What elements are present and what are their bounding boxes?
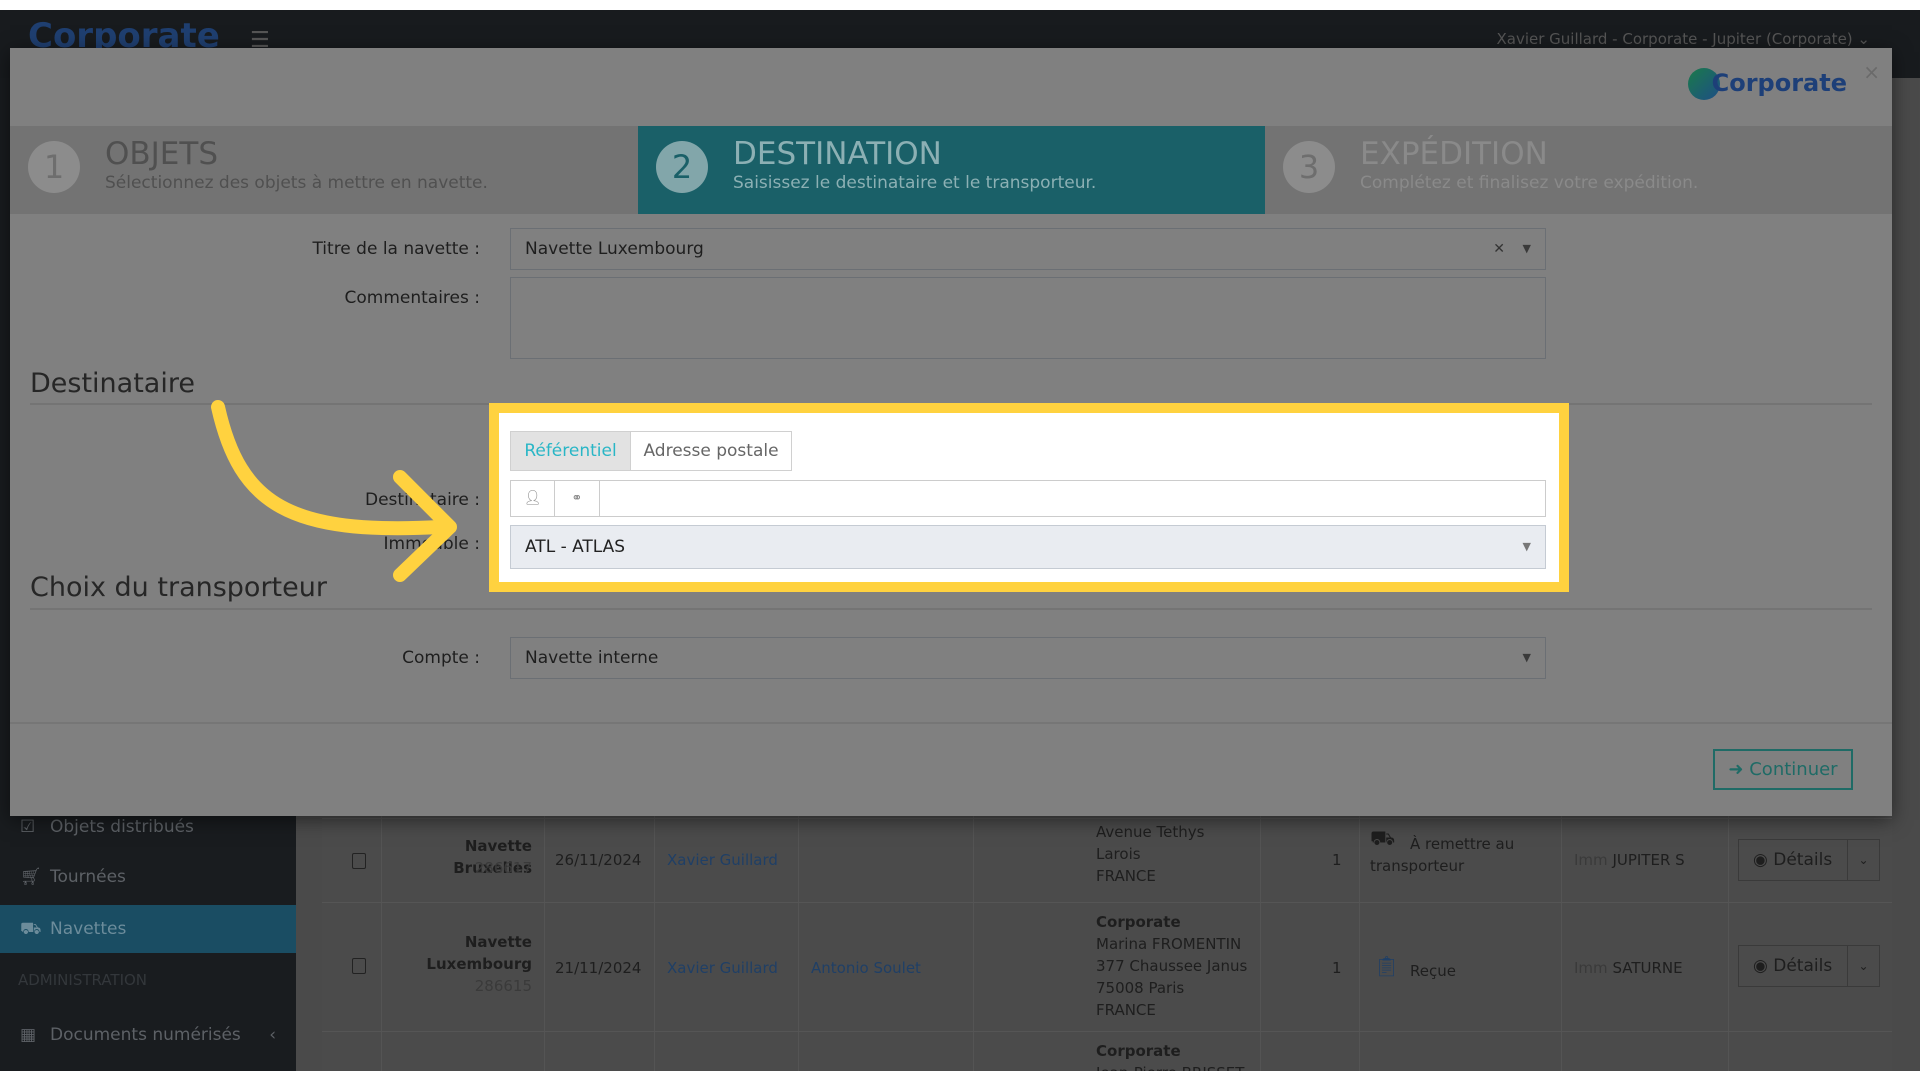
chevron-down-icon[interactable]: ⌄	[1847, 840, 1879, 880]
step-number: 2	[656, 141, 708, 193]
row-sender-link[interactable]: Xavier Guillard	[667, 849, 778, 871]
caret-down-icon: ▼	[1522, 242, 1531, 255]
row-address-line: Avenue Tethys	[1096, 823, 1205, 841]
row-recipient-link[interactable]: Antonio Soulet	[811, 957, 921, 979]
sidebar-item-label: Tournées	[50, 867, 126, 887]
title-value: Navette Luxembourg	[525, 239, 704, 259]
step-destination[interactable]: 2 DESTINATION Saisissez le destinataire et…	[638, 126, 1265, 214]
row-address-line: Larois	[1096, 845, 1141, 863]
step-subtitle: Complétez et finalisez votre expédition.	[1360, 173, 1699, 193]
tab-referentiel[interactable]: Référentiel	[510, 431, 631, 471]
user-menu[interactable]: Xavier Guillard - Corporate - Jupiter (C…	[1496, 30, 1870, 48]
chevron-left-icon: ‹	[269, 1025, 276, 1045]
sidebar-item-label: Navettes	[50, 919, 127, 939]
caret-down-icon: ▼	[1522, 540, 1531, 553]
row-id: 286615	[474, 977, 532, 995]
row-quantity: 1	[1332, 959, 1342, 977]
row-address-line: FRANCE	[1096, 867, 1156, 885]
row-address-line: 75008 Paris	[1096, 979, 1185, 997]
account-value: Navette interne	[525, 648, 659, 668]
details-label: Détails	[1773, 956, 1833, 976]
row-sender-link[interactable]: Xavier Guillard	[667, 957, 778, 979]
eye-icon: ◉	[1753, 956, 1768, 976]
sidebar-item-label: Objets distribués	[50, 817, 194, 837]
grid-icon: ▦	[20, 1025, 37, 1045]
wizard-steps: 1 OBJETS Sélectionnez des objets à mettre …	[10, 126, 1892, 214]
cart-icon: 🛒︎	[20, 867, 42, 887]
row-date: 21/11/2024	[555, 959, 642, 977]
step-title: EXPÉDITION	[1360, 136, 1548, 172]
continue-label: Continuer	[1749, 759, 1838, 780]
row-date: 26/11/2024	[555, 851, 642, 869]
account-label: Compte :	[402, 648, 480, 668]
row-building: JUPITER S	[1612, 851, 1685, 869]
clear-icon[interactable]: ✕	[1493, 229, 1505, 269]
row-building: SATURNE	[1612, 959, 1683, 977]
comments-textarea[interactable]	[510, 277, 1546, 359]
row-building-prefix: Imm	[1574, 959, 1608, 977]
sidebar-section-administration: ADMINISTRATION	[18, 971, 148, 989]
row-address-org: Corporate	[1096, 913, 1181, 931]
account-select[interactable]: Navette interne ▼	[510, 637, 1546, 679]
row-address-line: Jean-Pierre BRISSET	[1096, 1062, 1244, 1071]
row-id: 286617	[474, 859, 532, 877]
sidebar-item-label: Documents numérisés	[50, 1025, 241, 1045]
step-expedition: 3 EXPÉDITION Complétez et finalisez votre …	[1265, 126, 1892, 214]
chevron-down-icon[interactable]: ⌄	[1847, 946, 1879, 986]
arrow-right-icon: ➜	[1728, 759, 1744, 780]
step-subtitle: Saisissez le destinataire et le transpor…	[733, 173, 1097, 193]
row-address-org: Corporate	[1096, 1042, 1181, 1060]
arrow-pointer-icon	[211, 400, 457, 582]
caret-down-icon: ▼	[1522, 651, 1531, 664]
destinataire-heading: Destinataire	[30, 368, 195, 399]
table-row: Navette Bruxelles 286617 26/11/2024 Xavi…	[322, 818, 1892, 902]
navettes-table: Navette Bruxelles 286617 26/11/2024 Xavi…	[322, 810, 1892, 1071]
row-checkbox[interactable]	[352, 958, 366, 974]
destinataire-input[interactable]	[601, 481, 1545, 516]
row-address-line: FRANCE	[1096, 1001, 1156, 1019]
user-name: Xavier Guillard - Corporate - Jupiter (C…	[1496, 30, 1853, 48]
step-number: 3	[1283, 141, 1335, 193]
clipboard-check-icon: 📋︎	[1374, 954, 1400, 978]
row-address-line: Marina FROMENTIN	[1096, 935, 1242, 953]
immeuble-select[interactable]: ATL - ATLAS ▼	[510, 525, 1546, 569]
row-address-line: 377 Chaussee Janus	[1096, 957, 1248, 975]
step-number: 1	[28, 141, 80, 193]
sidebar-item-navettes[interactable]: ⛟ Navettes	[0, 905, 296, 953]
sidebar-item-documents-numerises[interactable]: ▦ Documents numérisés ‹	[0, 1011, 296, 1059]
table-row: Corporate Jean-Pierre BRISSET	[322, 1031, 1892, 1071]
immeuble-value: ATL - ATLAS	[525, 537, 626, 557]
destinataire-input-group: 👤︎ ⚭	[510, 480, 1546, 517]
destinataire-highlight: Référentiel Adresse postale 👤︎ ⚭ ATL - A…	[489, 403, 1569, 592]
title-label: Titre de la navette :	[312, 239, 480, 259]
truck-icon: ⛟	[20, 919, 42, 939]
step-title: DESTINATION	[733, 136, 942, 172]
row-status: À remettre au transporteur	[1370, 835, 1515, 875]
user-icon[interactable]: 👤︎	[511, 481, 555, 516]
row-checkbox[interactable]	[352, 853, 366, 869]
eye-icon: ◉	[1753, 850, 1768, 870]
row-quantity: 1	[1332, 851, 1342, 869]
table-row: Navette Luxembourg 286615 21/11/2024 Xav…	[322, 902, 1892, 1031]
step-title: OBJETS	[105, 136, 219, 172]
details-label: Détails	[1773, 850, 1833, 870]
details-button[interactable]: ◉ Détails ⌄	[1738, 839, 1880, 881]
details-button[interactable]: ◉ Détails ⌄	[1738, 945, 1880, 987]
close-icon[interactable]: ×	[1863, 60, 1880, 84]
step-subtitle: Sélectionnez des objets à mettre en nave…	[105, 173, 488, 193]
modal-logo: Corporate	[1687, 68, 1847, 100]
tab-adresse-postale[interactable]: Adresse postale	[630, 431, 792, 471]
sidebar-item-tournees[interactable]: 🛒︎ Tournées	[0, 853, 296, 901]
continue-button[interactable]: ➜ Continuer	[1713, 749, 1853, 790]
step-objets[interactable]: 1 OBJETS Sélectionnez des objets à mettre …	[10, 126, 637, 214]
row-building-prefix: Imm	[1574, 851, 1608, 869]
hierarchy-icon[interactable]: ⚭	[555, 481, 600, 516]
comments-label: Commentaires :	[344, 288, 481, 308]
row-title: Navette Luxembourg	[426, 933, 532, 973]
row-status: Reçue	[1410, 962, 1456, 980]
modal-logo-text: Corporate	[1711, 69, 1847, 97]
title-select[interactable]: Navette Luxembourg ✕ ▼	[510, 228, 1546, 270]
